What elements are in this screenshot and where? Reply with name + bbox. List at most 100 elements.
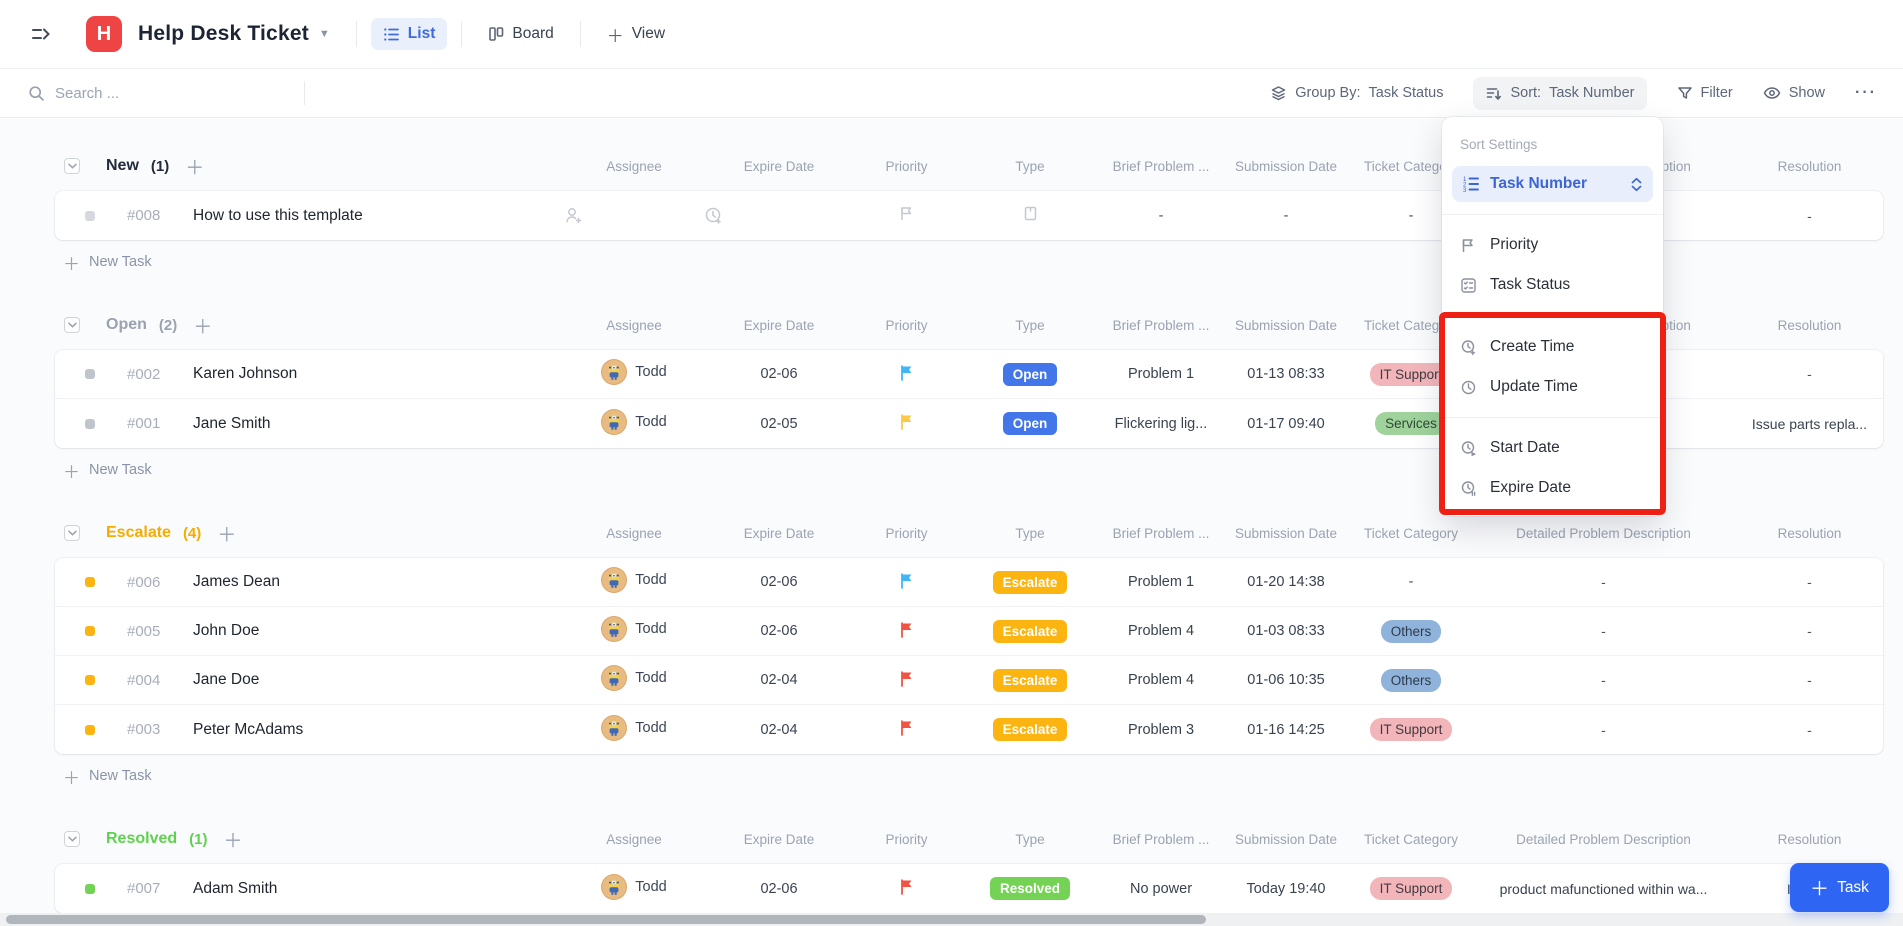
brief-problem-cell[interactable]: No power bbox=[1101, 881, 1221, 897]
submission-date-cell[interactable]: 01-20 14:38 bbox=[1221, 574, 1351, 590]
assignee-cell[interactable]: Todd bbox=[564, 665, 704, 695]
collapse-group-icon[interactable] bbox=[64, 831, 80, 847]
group-title[interactable]: Resolved bbox=[106, 830, 177, 848]
column-header[interactable]: Submission Date bbox=[1221, 318, 1351, 333]
resolution-cell[interactable]: - bbox=[1736, 722, 1883, 738]
sort-option-start-date[interactable]: Start Date bbox=[1442, 428, 1663, 468]
column-header[interactable]: Expire Date bbox=[704, 832, 854, 847]
detailed-description-cell[interactable]: - bbox=[1471, 623, 1736, 639]
expire-date-cell[interactable]: 02-05 bbox=[704, 416, 854, 432]
group-by-button[interactable]: Group By: Task Status bbox=[1270, 85, 1443, 102]
column-header[interactable]: Assignee bbox=[564, 832, 704, 847]
detailed-description-cell[interactable]: - bbox=[1471, 672, 1736, 688]
task-name[interactable]: How to use this template bbox=[193, 207, 363, 225]
type-cell[interactable]: Escalate bbox=[959, 620, 1101, 643]
resolution-cell[interactable]: Issue parts repla... bbox=[1736, 416, 1883, 432]
column-header[interactable]: Assignee bbox=[564, 318, 704, 333]
priority-cell[interactable] bbox=[854, 572, 959, 593]
ticket-category-cell[interactable]: Others bbox=[1351, 669, 1471, 692]
status-dot-icon[interactable] bbox=[85, 419, 95, 429]
task-row[interactable]: #006James DeanTodd02-06EscalateProblem 1… bbox=[55, 558, 1883, 607]
expire-date-cell[interactable]: 02-04 bbox=[704, 672, 854, 688]
horizontal-scrollbar-thumb[interactable] bbox=[6, 915, 1206, 924]
column-header[interactable]: Submission Date bbox=[1221, 832, 1351, 847]
priority-flag-icon[interactable] bbox=[898, 670, 915, 687]
priority-cell[interactable] bbox=[854, 413, 959, 434]
brief-problem-cell[interactable]: Problem 4 bbox=[1101, 623, 1221, 639]
submission-date-cell[interactable]: 01-03 08:33 bbox=[1221, 623, 1351, 639]
column-header[interactable]: Resolution bbox=[1736, 318, 1883, 333]
brief-problem-cell[interactable]: Problem 1 bbox=[1101, 574, 1221, 590]
priority-cell[interactable] bbox=[854, 205, 959, 226]
submission-date-cell[interactable]: 01-06 10:35 bbox=[1221, 672, 1351, 688]
collapse-group-icon[interactable] bbox=[64, 525, 80, 541]
assignee-cell[interactable]: Todd bbox=[564, 567, 704, 597]
assign-user-icon[interactable] bbox=[564, 206, 704, 225]
expire-date-cell[interactable]: 02-06 bbox=[704, 366, 854, 382]
type-cell[interactable] bbox=[959, 205, 1101, 226]
tab-add-view[interactable]: ＋ View bbox=[595, 15, 677, 54]
add-task-to-group-icon[interactable]: ＋ bbox=[217, 520, 236, 547]
add-task-to-group-icon[interactable]: ＋ bbox=[223, 826, 242, 853]
column-header[interactable]: Resolution bbox=[1736, 159, 1883, 174]
sort-option-update-time[interactable]: Update Time bbox=[1442, 367, 1663, 407]
column-header[interactable]: Brief Problem ... bbox=[1101, 832, 1221, 847]
set-date-icon[interactable] bbox=[704, 206, 854, 225]
filter-button[interactable]: Filter bbox=[1677, 85, 1733, 101]
workspace-logo[interactable]: H bbox=[86, 16, 122, 52]
column-header[interactable]: Resolution bbox=[1736, 832, 1883, 847]
column-header[interactable]: Brief Problem ... bbox=[1101, 159, 1221, 174]
column-header[interactable]: Expire Date bbox=[704, 159, 854, 174]
priority-cell[interactable] bbox=[854, 878, 959, 899]
column-header[interactable]: Type bbox=[959, 832, 1101, 847]
column-header[interactable]: Priority bbox=[854, 526, 959, 541]
column-header[interactable]: Submission Date bbox=[1221, 159, 1351, 174]
ticket-category-cell[interactable]: IT Support bbox=[1351, 877, 1471, 900]
status-dot-icon[interactable] bbox=[85, 884, 95, 894]
resolution-cell[interactable]: - bbox=[1736, 623, 1883, 639]
submission-date-cell[interactable]: Today 19:40 bbox=[1221, 881, 1351, 897]
status-dot-icon[interactable] bbox=[85, 211, 95, 221]
add-task-to-group-icon[interactable]: ＋ bbox=[185, 153, 204, 180]
title-caret-icon[interactable]: ▼ bbox=[319, 28, 330, 40]
assignee-cell[interactable]: Todd bbox=[564, 715, 704, 745]
resolution-cell[interactable]: - bbox=[1736, 366, 1883, 382]
resolution-cell[interactable]: - bbox=[1736, 574, 1883, 590]
resolution-cell[interactable]: - bbox=[1736, 208, 1883, 224]
brief-problem-cell[interactable]: Flickering lig... bbox=[1101, 416, 1221, 432]
sort-option-create-time[interactable]: Create Time bbox=[1442, 327, 1663, 367]
status-dot-icon[interactable] bbox=[85, 675, 95, 685]
assignee-cell[interactable]: Todd bbox=[564, 616, 704, 646]
priority-flag-icon[interactable] bbox=[898, 364, 915, 381]
expire-date-cell[interactable]: 02-04 bbox=[704, 722, 854, 738]
detailed-description-cell[interactable]: - bbox=[1471, 574, 1736, 590]
collapse-group-icon[interactable] bbox=[64, 317, 80, 333]
brief-problem-cell[interactable]: Problem 1 bbox=[1101, 366, 1221, 382]
resolution-cell[interactable]: - bbox=[1736, 672, 1883, 688]
column-header[interactable]: Brief Problem ... bbox=[1101, 526, 1221, 541]
add-task-to-group-icon[interactable]: ＋ bbox=[193, 312, 212, 339]
task-row[interactable]: #003Peter McAdamsTodd02-04EscalateProble… bbox=[55, 705, 1883, 754]
set-priority-icon[interactable] bbox=[898, 205, 915, 222]
new-task-button[interactable]: ＋New Task bbox=[55, 754, 1883, 798]
status-dot-icon[interactable] bbox=[85, 725, 95, 735]
detailed-description-cell[interactable]: product mafunctioned within wa... bbox=[1471, 881, 1736, 897]
search-input[interactable]: Search ... bbox=[28, 85, 304, 102]
column-header[interactable]: Brief Problem ... bbox=[1101, 318, 1221, 333]
expire-date-cell[interactable]: 02-06 bbox=[704, 881, 854, 897]
add-task-button[interactable]: ＋ Task bbox=[1790, 863, 1889, 912]
group-title[interactable]: Escalate bbox=[106, 524, 171, 542]
status-dot-icon[interactable] bbox=[85, 369, 95, 379]
assignee-cell[interactable]: Todd bbox=[564, 874, 704, 904]
column-header[interactable]: Ticket Category bbox=[1351, 526, 1471, 541]
submission-date-cell[interactable]: 01-17 09:40 bbox=[1221, 416, 1351, 432]
horizontal-scrollbar-track[interactable] bbox=[0, 913, 1903, 926]
expire-date-cell[interactable]: 02-06 bbox=[704, 574, 854, 590]
sort-option-task-status[interactable]: Task Status bbox=[1442, 265, 1663, 305]
task-name[interactable]: James Dean bbox=[193, 573, 280, 591]
type-cell[interactable]: Open bbox=[959, 363, 1101, 386]
column-header[interactable]: Type bbox=[959, 526, 1101, 541]
priority-flag-icon[interactable] bbox=[898, 878, 915, 895]
sort-option-priority[interactable]: Priority bbox=[1442, 225, 1663, 265]
column-header[interactable]: Priority bbox=[854, 832, 959, 847]
